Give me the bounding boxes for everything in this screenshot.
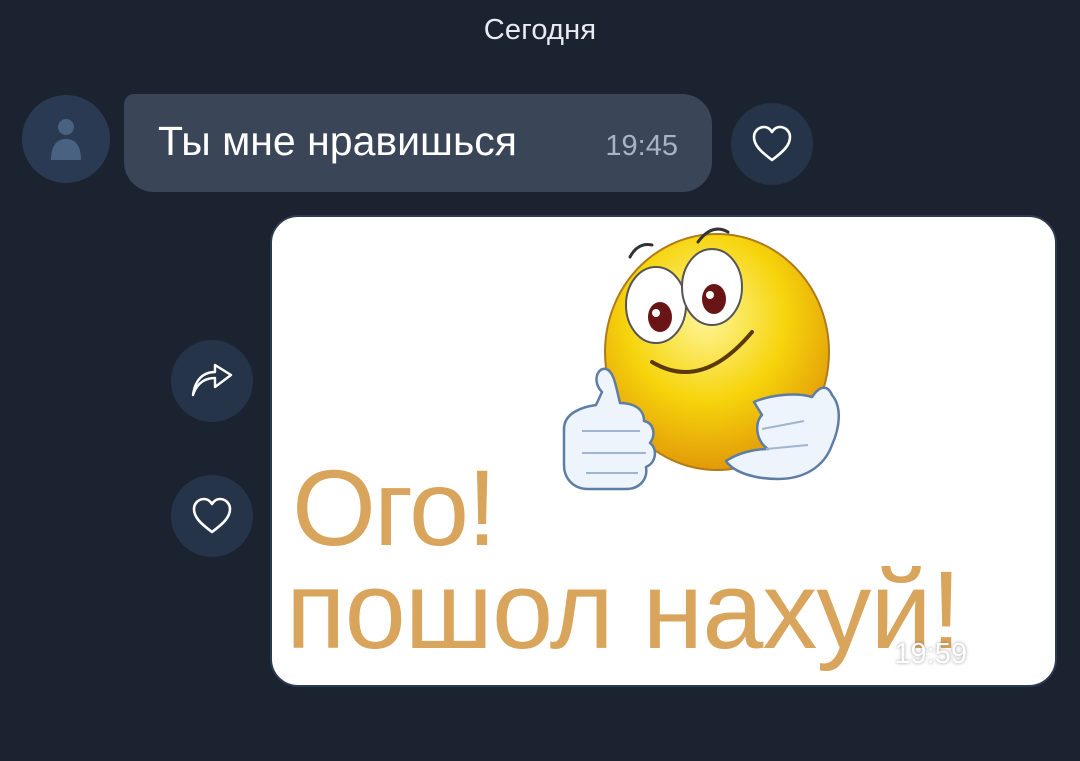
sticker-time: 19:59 bbox=[894, 638, 967, 670]
double-check-icon bbox=[983, 646, 1020, 665]
heart-icon bbox=[192, 497, 232, 534]
sticker-text-line2: пошол нахуй! bbox=[286, 549, 961, 672]
sticker-like-button[interactable] bbox=[171, 475, 253, 557]
message-text: Ты мне нравишься bbox=[158, 118, 518, 164]
user-icon bbox=[51, 119, 81, 160]
share-button[interactable] bbox=[171, 340, 253, 422]
avatar[interactable] bbox=[22, 95, 110, 183]
sticker-message[interactable]: Ого! пошол нахуй! 19:59 bbox=[270, 215, 1057, 687]
share-arrow-icon bbox=[191, 363, 233, 397]
like-button[interactable] bbox=[731, 103, 813, 185]
heart-icon bbox=[752, 125, 792, 162]
incoming-message-bubble[interactable]: Ты мне нравишься 19:45 bbox=[124, 94, 712, 192]
message-time: 19:45 bbox=[605, 130, 678, 162]
smiley-thumbs-up-icon bbox=[562, 227, 840, 491]
date-separator: Сегодня bbox=[483, 14, 597, 46]
